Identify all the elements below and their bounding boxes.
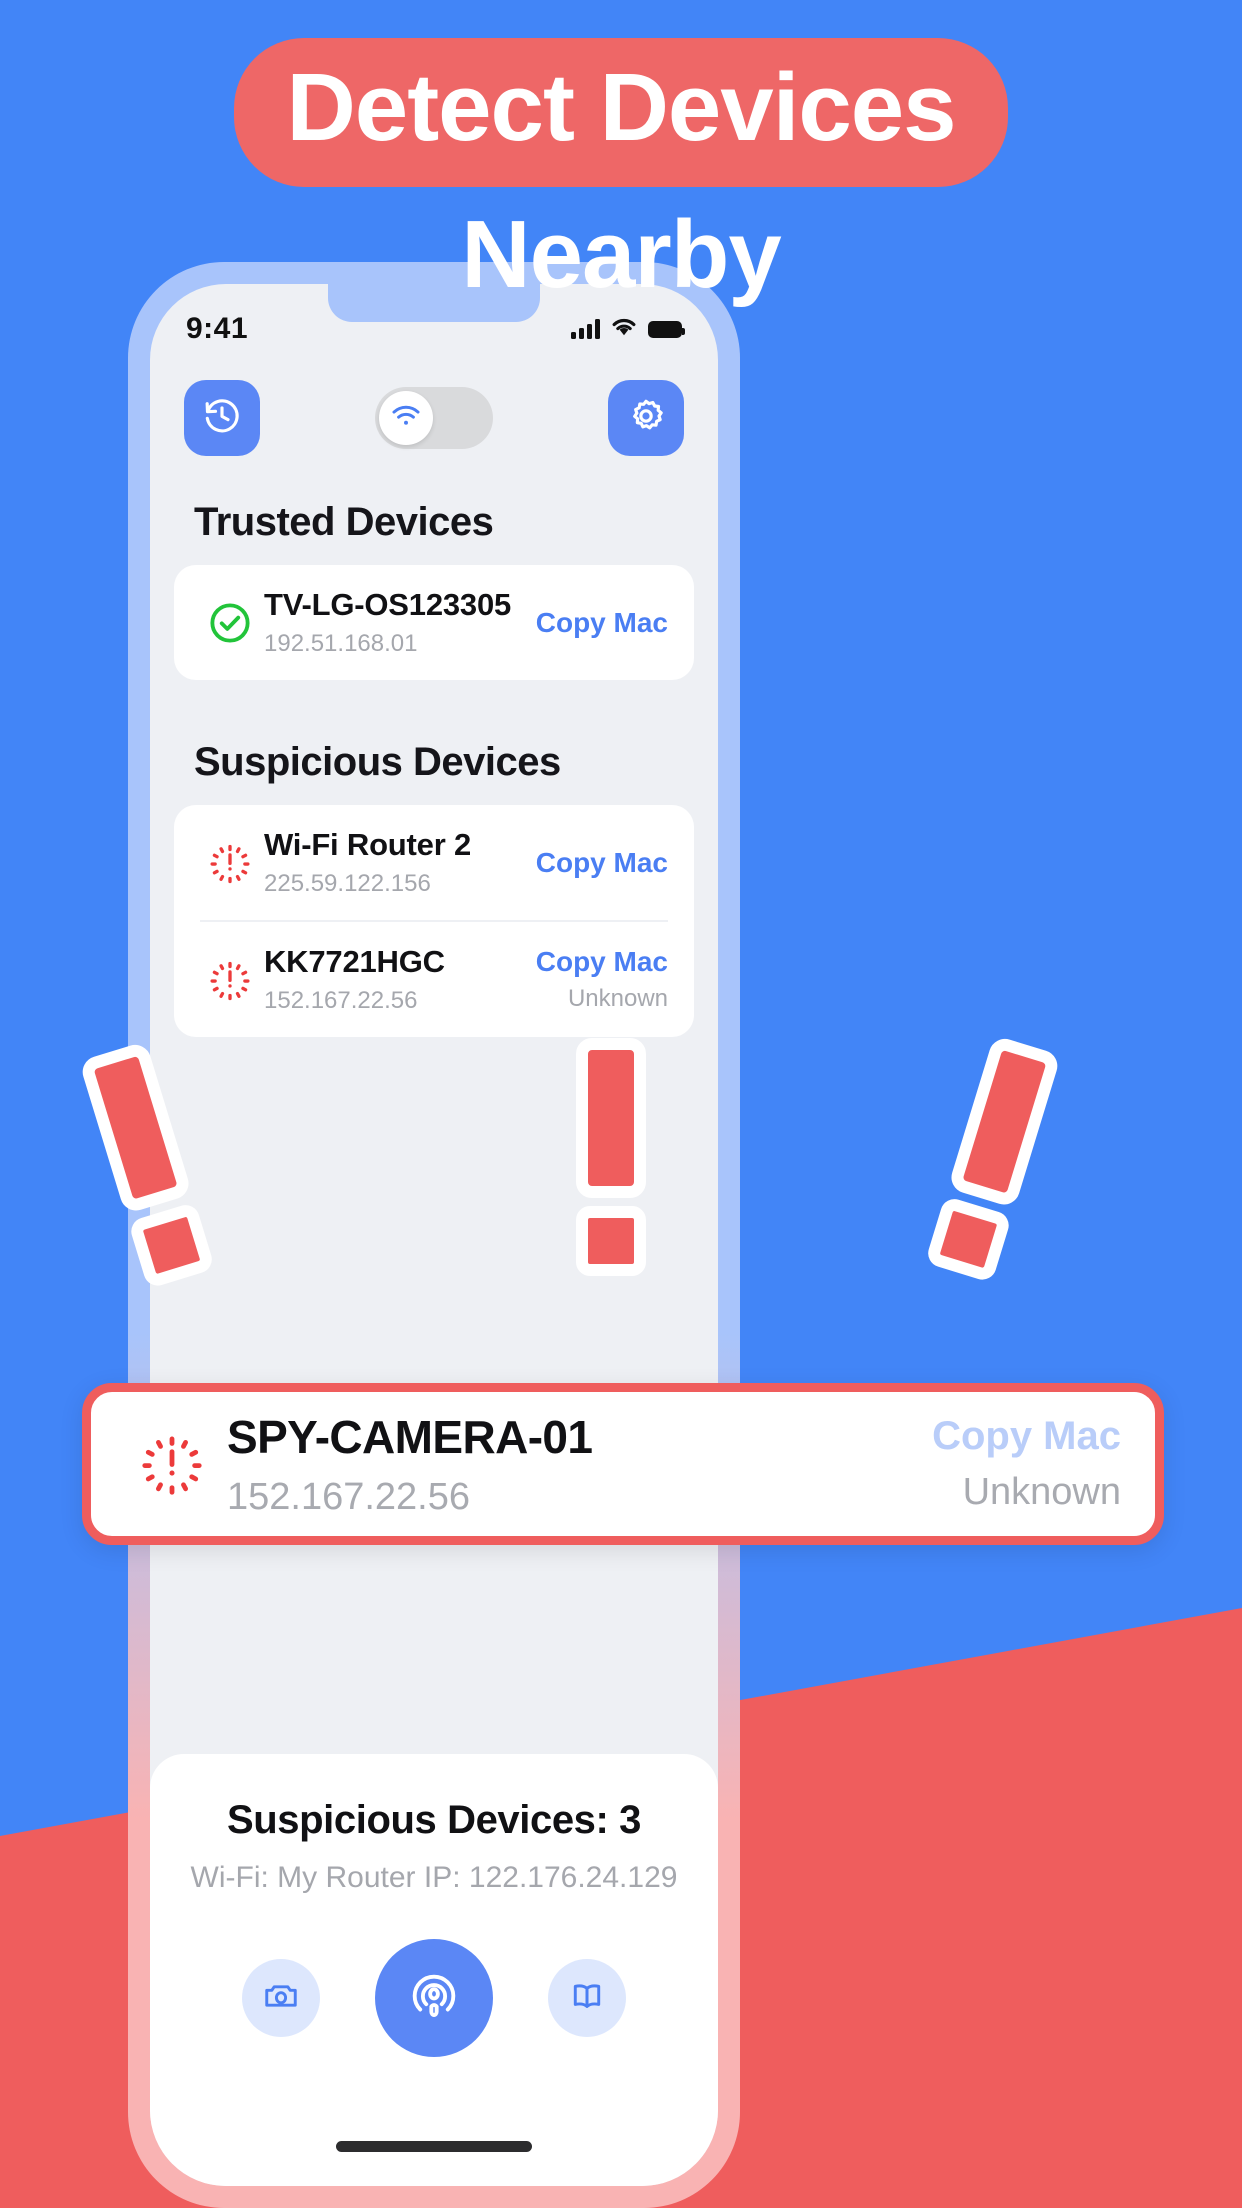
trusted-devices-card: TV-LG-OS123305 192.51.168.01 Copy Mac [174,565,694,680]
camera-icon [262,1977,300,2020]
exclamation-mark-decoration [576,1038,646,1276]
history-button[interactable] [184,380,260,456]
spy-camera-callout[interactable]: SPY-CAMERA-01 152.167.22.56 Copy Mac Unk… [82,1383,1164,1545]
wifi-icon [611,317,637,342]
bottom-navbar [170,1895,698,2057]
nav-camera-button[interactable] [241,1959,320,2037]
screenshot-root: Detect Devices Nearby 9:41 Trusted Devic… [0,0,1242,2208]
exclamation-mark-decoration [924,1034,1062,1284]
wifi-toggle-knob[interactable] [379,391,433,445]
device-actions: Copy Mac [526,607,668,639]
headline-line-2: Nearby [461,200,782,308]
device-ip: 225.59.122.156 [264,870,431,897]
summary-subtitle: Wi-Fi: My Router IP: 122.176.24.129 [190,1861,678,1894]
alert-radar-icon [117,1432,227,1496]
trusted-section-title: Trusted Devices [194,500,494,544]
headline: Detect Devices Nearby [0,0,1242,306]
radar-detect-icon [405,1967,463,2030]
device-ip: 192.51.168.01 [264,630,418,657]
table-row[interactable]: Wi-Fi Router 2 225.59.122.156 Copy Mac [174,805,694,920]
alert-radar-icon [196,959,264,1001]
gear-icon [626,396,666,441]
summary-title: Suspicious Devices: 3 [226,1798,641,1842]
wifi-icon [391,404,421,433]
summary-panel: Suspicious Devices: 3 Wi-Fi: My Router I… [150,1754,718,2186]
book-icon [568,1977,606,2020]
alert-radar-icon [196,842,264,884]
exclamation-dot [576,1206,646,1276]
spy-device-actions: Copy Mac Unknown [932,1414,1121,1514]
headline-line-1: Detect Devices [286,54,956,161]
device-name: SPY-CAMERA-01 [227,1410,593,1463]
table-row[interactable]: KK7721HGC 152.167.22.56 Copy Mac Unknown [174,922,694,1037]
wifi-toggle[interactable] [375,387,493,449]
device-ip: 152.167.22.56 [264,987,418,1014]
device-name: Wi-Fi Router 2 [264,827,472,862]
exclamation-bar [947,1034,1062,1209]
copy-mac-button[interactable]: Copy Mac [536,946,668,978]
cellular-signal-icon [571,319,600,339]
device-info: Wi-Fi Router 2 225.59.122.156 [264,827,526,898]
suspicious-section-title: Suspicious Devices [194,740,561,784]
nav-book-button[interactable] [548,1959,627,2037]
table-row[interactable]: TV-LG-OS123305 192.51.168.01 Copy Mac [174,565,694,680]
top-toolbar [150,362,718,456]
exclamation-bar [576,1038,646,1198]
device-actions: Copy Mac [526,847,668,879]
device-info: KK7721HGC 152.167.22.56 [264,944,526,1015]
device-status: Unknown [962,1471,1121,1513]
history-icon [202,396,242,441]
copy-mac-button[interactable]: Copy Mac [536,607,668,639]
battery-full-icon [648,320,685,338]
exclamation-dot [924,1195,1013,1284]
device-status: Unknown [567,985,668,1012]
check-circle-icon [196,600,264,646]
settings-button[interactable] [608,380,684,456]
suspicious-devices-card: Wi-Fi Router 2 225.59.122.156 Copy Mac K… [174,805,694,1037]
status-bar-clock: 9:41 [186,312,249,345]
device-ip: 152.167.22.56 [227,1475,471,1518]
device-actions: Copy Mac Unknown [526,946,668,1013]
spy-device-info: SPY-CAMERA-01 152.167.22.56 [227,1410,932,1519]
device-name: TV-LG-OS123305 [264,587,512,622]
device-name: KK7721HGC [264,944,445,979]
headline-pill: Detect Devices [234,38,1008,187]
device-info: TV-LG-OS123305 192.51.168.01 [264,587,526,658]
copy-mac-button[interactable]: Copy Mac [536,847,668,879]
copy-mac-button[interactable]: Copy Mac [932,1414,1121,1459]
nav-detect-button[interactable] [374,1939,493,2057]
phone-frame: 9:41 Trusted Devices TV-LG-OS123305 192.… [128,262,740,2208]
home-indicator [336,2141,532,2152]
status-bar-indicators [571,317,685,342]
